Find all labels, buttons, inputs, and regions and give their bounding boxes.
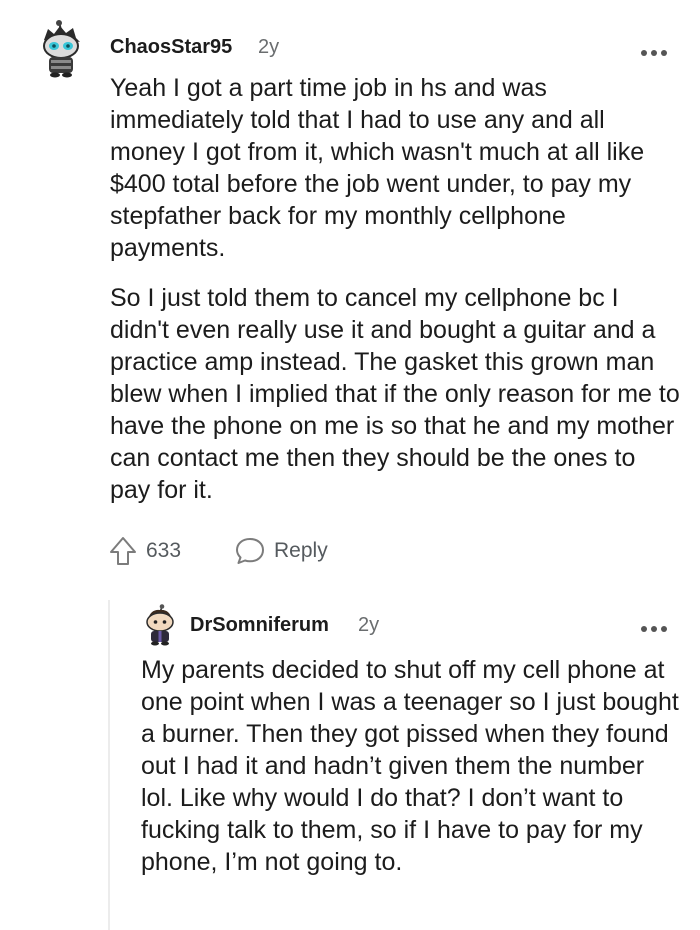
reply-button[interactable]: Reply — [234, 536, 328, 566]
reply-age: 2y — [358, 614, 380, 636]
more-options-button[interactable] — [640, 620, 668, 632]
reply-paragraph: My parents decided to shut off my cell p… — [141, 656, 679, 876]
reply-body: My parents decided to shut off my cell p… — [141, 654, 681, 878]
upvote-button[interactable]: 633 — [108, 535, 181, 567]
thread-line[interactable] — [108, 600, 110, 930]
comment-bubble-icon — [236, 538, 264, 564]
snoo-avatar-icon — [146, 604, 174, 646]
more-options-icon — [641, 626, 667, 632]
reply-author[interactable]: DrSomniferum — [190, 614, 329, 637]
upvote-count: 633 — [146, 539, 182, 562]
more-options-icon — [641, 50, 667, 56]
comment-body: Yeah I got a part time job in hs and was… — [110, 72, 682, 506]
comment-author[interactable]: ChaosStar95 — [110, 36, 232, 59]
snoo-avatar-icon — [43, 20, 80, 78]
avatar[interactable] — [143, 604, 177, 646]
upvote-arrow-icon — [110, 537, 136, 565]
more-options-button[interactable] — [640, 44, 668, 56]
comment-paragraph: Yeah I got a part time job in hs and was… — [110, 74, 645, 262]
comment-age: 2y — [258, 36, 280, 58]
comment-paragraph: So I just told them to cancel my cellpho… — [110, 284, 680, 504]
avatar[interactable] — [38, 20, 84, 78]
reply-label: Reply — [274, 539, 328, 562]
